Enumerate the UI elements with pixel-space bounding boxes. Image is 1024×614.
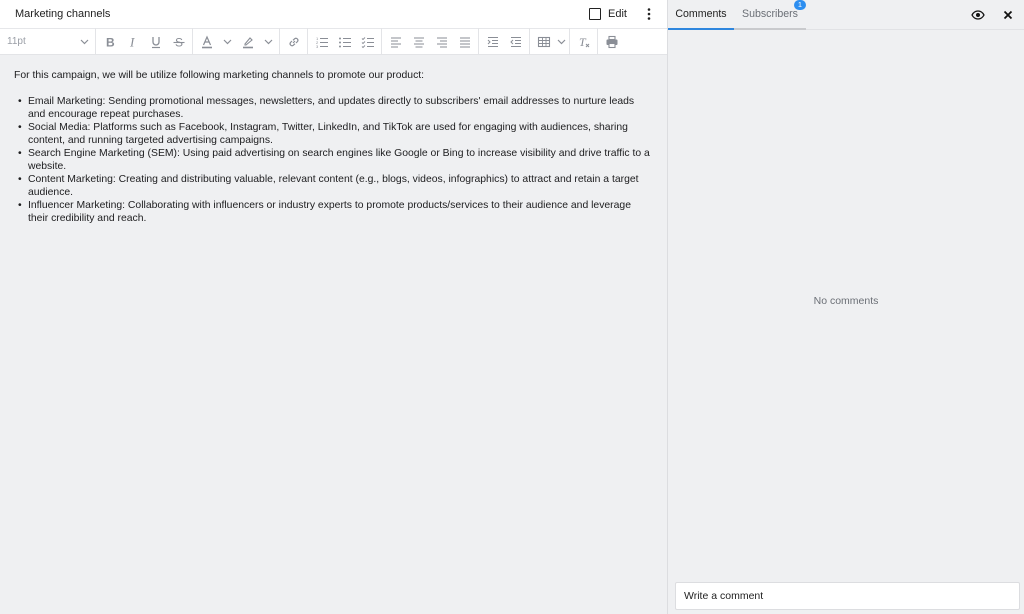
font-size-select[interactable]: 11pt [0, 28, 96, 55]
list-item: Social Media: Platforms such as Facebook… [18, 121, 660, 147]
clear-format-group: T [570, 28, 598, 55]
italic-button[interactable]: I [121, 31, 144, 53]
bold-button[interactable]: B [98, 31, 121, 53]
svg-text:3: 3 [316, 44, 319, 49]
list-item-text: Social Media: Platforms such as Facebook… [28, 122, 628, 146]
document-title: Marketing channels [15, 8, 111, 20]
list-item: Email Marketing: Sending promotional mes… [18, 95, 660, 121]
app-window: Marketing channels Edit 11pt B I S 1 2 3… [0, 0, 1024, 614]
checklist-button[interactable] [356, 31, 379, 53]
table-group [530, 28, 570, 55]
bullet-list-button[interactable] [333, 31, 356, 53]
strikethrough-button[interactable]: S [167, 31, 190, 53]
tab-subscribers-label: Subscribers [742, 8, 798, 20]
list-group: 123 [308, 28, 382, 55]
vertical-dots-icon [647, 8, 651, 20]
document-header: Marketing channels Edit [0, 0, 667, 28]
text-style-group: B I S [96, 28, 193, 55]
subscribers-count-badge: 1 [794, 0, 806, 10]
text-color-dropdown[interactable] [218, 31, 236, 53]
align-right-button[interactable] [430, 31, 453, 53]
alignment-group [382, 28, 479, 55]
table-icon [537, 36, 550, 47]
checklist-icon [361, 36, 374, 48]
strikethrough-icon: S [173, 35, 184, 49]
color-group [193, 28, 280, 55]
table-dropdown[interactable] [555, 31, 567, 53]
chevron-down-icon [223, 39, 231, 44]
document-body[interactable]: For this campaign, we will be utilize fo… [0, 55, 660, 225]
print-button[interactable] [600, 31, 623, 53]
side-panel: Comments Subscribers 1 No comments [668, 0, 1024, 614]
list-item: Influencer Marketing: Collaborating with… [18, 199, 660, 225]
list-item: Content Marketing: Creating and distribu… [18, 173, 660, 199]
comment-input[interactable] [675, 582, 1020, 610]
list-item-text: Influencer Marketing: Collaborating with… [28, 200, 631, 224]
indent-group [479, 28, 530, 55]
chevron-down-icon [80, 39, 89, 44]
watch-button[interactable] [970, 7, 986, 23]
align-justify-icon [459, 36, 470, 48]
italic-icon: I [129, 35, 135, 49]
align-left-button[interactable] [384, 31, 407, 53]
list-item: Search Engine Marketing (SEM): Using pai… [18, 147, 660, 173]
outdent-button[interactable] [504, 31, 527, 53]
panel-tabs: Comments Subscribers 1 [668, 0, 1024, 30]
numbered-list-button[interactable]: 123 [310, 31, 333, 53]
tab-comments[interactable]: Comments [668, 0, 734, 30]
formatting-toolbar: 11pt B I S 1 2 3 T [0, 28, 667, 55]
eye-icon [971, 10, 985, 20]
indent-button[interactable] [481, 31, 504, 53]
link-icon [289, 37, 298, 46]
numbered-list-icon: 123 [316, 36, 328, 49]
print-icon [606, 35, 617, 48]
underline-icon [151, 36, 160, 48]
tab-comments-label: Comments [675, 8, 727, 20]
bullet-list-icon [338, 37, 351, 47]
close-icon [1003, 10, 1013, 20]
intro-paragraph: For this campaign, we will be utilize fo… [14, 70, 425, 81]
table-button[interactable] [532, 31, 555, 53]
edit-checkbox[interactable] [589, 8, 602, 20]
align-center-icon [413, 36, 424, 48]
outdent-icon [509, 36, 521, 47]
svg-text:T: T [579, 35, 587, 49]
print-group [598, 28, 625, 55]
chevron-down-icon [264, 39, 272, 44]
more-options-button[interactable] [641, 6, 657, 22]
bold-icon: B [106, 35, 115, 49]
text-color-button[interactable] [195, 31, 218, 53]
svg-text:I: I [129, 35, 135, 49]
font-size-value: 11pt [7, 36, 26, 47]
chevron-down-icon [557, 39, 565, 44]
list-item-text: Content Marketing: Creating and distribu… [28, 174, 639, 198]
panel-actions [970, 7, 1016, 23]
tab-subscribers[interactable]: Subscribers 1 [734, 0, 806, 30]
underline-button[interactable] [144, 31, 167, 53]
clear-format-button[interactable]: T [572, 31, 595, 53]
clear-format-icon: T [579, 35, 589, 49]
link-button[interactable] [282, 31, 305, 53]
list-item-text: Email Marketing: Sending promotional mes… [28, 96, 635, 120]
highlight-icon [242, 36, 253, 48]
svg-text:B: B [106, 35, 115, 49]
no-comments-message: No comments [813, 295, 879, 307]
align-right-icon [436, 36, 447, 48]
text-color-icon [201, 35, 212, 48]
indent-icon [487, 36, 498, 47]
close-panel-button[interactable] [1000, 7, 1016, 23]
edit-label: Edit [608, 8, 627, 20]
align-center-button[interactable] [407, 31, 430, 53]
align-left-icon [390, 36, 401, 48]
header-actions: Edit [589, 6, 657, 22]
channel-list: Email Marketing: Sending promotional mes… [14, 95, 660, 225]
list-item-text: Search Engine Marketing (SEM): Using pai… [28, 148, 650, 172]
edit-toggle[interactable]: Edit [589, 8, 627, 20]
document-editor: Marketing channels Edit 11pt B I S 1 2 3… [0, 0, 668, 614]
link-group [280, 28, 308, 55]
highlight-button[interactable] [236, 31, 259, 53]
align-justify-button[interactable] [453, 31, 476, 53]
highlight-dropdown[interactable] [259, 31, 277, 53]
